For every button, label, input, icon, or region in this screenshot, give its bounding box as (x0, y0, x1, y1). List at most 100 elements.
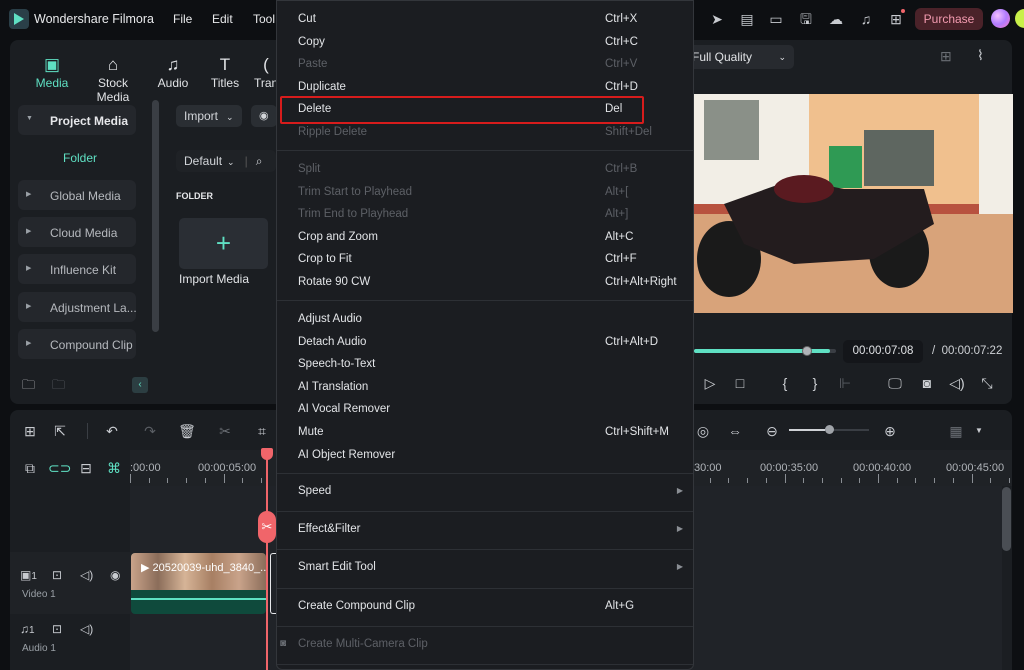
video-clip[interactable]: ▶ 20520039-uhd_3840_... (131, 553, 266, 614)
track-layout-icon[interactable]: ▦ (946, 421, 966, 441)
collapse-panel-button[interactable]: ‹ (132, 377, 148, 393)
lock-icon[interactable]: ⊡ (52, 622, 62, 636)
purchase-button[interactable]: Purchase (915, 8, 983, 30)
mark-in-icon[interactable]: { (775, 375, 795, 391)
delete-folder-icon[interactable]: 🗀 (52, 376, 65, 398)
insert-icon[interactable]: ⊩ (835, 375, 855, 392)
menu-item-speed[interactable]: Speed ▶ (277, 481, 693, 503)
sort-dropdown[interactable]: Default ⌄ | ⌕ (176, 150, 276, 172)
zoom-slider-knob[interactable] (825, 425, 834, 434)
menu-item-split[interactable]: Split Ctrl+B (277, 159, 693, 181)
crop-icon[interactable]: ⌗ (252, 421, 272, 441)
zoom-slider[interactable] (789, 425, 869, 434)
menu-item-ai-translation[interactable]: AI Translation (277, 377, 693, 399)
play-icon[interactable]: ▷ (700, 375, 720, 392)
sidebar-item-influence-kit[interactable]: ▶ Influence Kit (18, 254, 136, 284)
sidebar-item-compound-clip[interactable]: ▶ Compound Clip (18, 329, 136, 359)
layout-grid-icon[interactable]: ⊞ (20, 421, 40, 441)
playback-progress[interactable] (694, 346, 836, 356)
menu-item-detach-audio[interactable]: Detach Audio Ctrl+Alt+D (277, 332, 693, 354)
menu-item-mute[interactable]: Mute Ctrl+Shift+M (277, 422, 693, 444)
menu-item-rotate-90-cw[interactable]: Rotate 90 CW Ctrl+Alt+Right (277, 272, 693, 294)
select-tool-icon[interactable]: ⇱ (50, 421, 70, 441)
tab-titles[interactable]: T Titles (209, 54, 241, 90)
menu-item-smart-edit-tool[interactable]: Smart Edit Tool ▶ (277, 557, 693, 579)
cut-icon[interactable]: ✂ (215, 421, 235, 441)
video-preview[interactable] (694, 94, 1013, 313)
mute-track-icon[interactable]: ◁) (80, 568, 93, 582)
send-icon[interactable]: ➤ (708, 10, 726, 28)
volume-icon[interactable]: ◁) (947, 375, 967, 392)
layout-icon[interactable]: ▭ (767, 10, 785, 28)
zoom-out-icon[interactable]: ⊖ (762, 421, 782, 441)
menu-item-create-compound-clip[interactable]: Create Compound Clip Alt+G (277, 596, 693, 618)
menu-file[interactable]: File (173, 12, 192, 26)
menu-item-crop-and-zoom[interactable]: Crop and Zoom Alt+C (277, 227, 693, 249)
menu-edit[interactable]: Edit (212, 12, 233, 26)
sidebar-item-cloud-media[interactable]: ▶ Cloud Media (18, 217, 136, 247)
progress-knob[interactable] (802, 346, 812, 356)
menu-item-copy[interactable]: Copy Ctrl+C (277, 32, 693, 54)
menu-item-ai-vocal-remover[interactable]: AI Vocal Remover (277, 399, 693, 421)
tab-stock-media[interactable]: ⌂ Stock Media (80, 54, 146, 104)
search-icon[interactable]: ⌕ (256, 154, 263, 168)
waveform-monitor-icon[interactable]: ⌇ (977, 47, 984, 64)
quality-dropdown[interactable]: Full Quality ⌄ (684, 45, 794, 69)
sidebar-item-global-media[interactable]: ▶ Global Media (18, 180, 136, 210)
add-track-icon[interactable]: ⧉ (20, 458, 40, 478)
menu-tool[interactable]: Tool (253, 12, 275, 26)
playhead-handle[interactable] (261, 448, 273, 460)
split-scissor-button[interactable]: ✂ (258, 511, 276, 543)
playhead[interactable] (266, 452, 268, 670)
tab-media[interactable]: ▣ Media (34, 54, 70, 90)
menu-item-ai-object-remover[interactable]: AI Object Remover (277, 445, 693, 467)
menu-item-create-multi-camera-clip[interactable]: Create Multi-Camera Clip ◙ (277, 634, 693, 656)
link-icon[interactable]: ⊂⊃ (48, 458, 71, 478)
timeline-scrollbar[interactable] (1002, 487, 1011, 551)
import-media-card[interactable]: + (179, 218, 268, 269)
redo-icon[interactable]: ↷ (140, 421, 160, 441)
status-badge[interactable] (1015, 9, 1024, 28)
save-icon[interactable]: 🖫 (797, 10, 815, 28)
mark-out-icon[interactable]: } (805, 375, 825, 391)
sidebar-item-adjustment-layer[interactable]: ▶ Adjustment La... (18, 292, 137, 322)
fullscreen-icon[interactable]: ⤡ (977, 375, 997, 392)
preview-render-icon[interactable]: ◎ (693, 421, 713, 441)
menu-item-crop-to-fit[interactable]: Crop to Fit Ctrl+F (277, 249, 693, 271)
menu-item-paste[interactable]: Paste Ctrl+V (277, 54, 693, 76)
import-dropdown[interactable]: Import ⌄ (176, 105, 242, 127)
menu-item-trim-start-to-playhead[interactable]: Trim Start to Playhead Alt+[ (277, 182, 693, 204)
headset-icon[interactable]: ♫ (857, 10, 875, 28)
caret-down-icon[interactable]: ▼ (975, 426, 983, 435)
sidebar-scrollbar[interactable] (152, 100, 159, 332)
display-icon[interactable]: 🖵 (885, 375, 905, 392)
menu-item-trim-end-to-playhead[interactable]: Trim End to Playhead Alt+] (277, 204, 693, 226)
mute-track-icon[interactable]: ◁) (80, 622, 93, 636)
record-button[interactable]: ◉ (251, 105, 277, 127)
delete-icon[interactable]: 🗑 (177, 421, 197, 441)
menu-item-speech-to-text[interactable]: Speech-to-Text (277, 354, 693, 376)
avatar[interactable] (991, 9, 1010, 28)
task-list-icon[interactable]: ▤ (738, 10, 756, 28)
menu-item-adjust-audio[interactable]: Adjust Audio (277, 309, 693, 331)
snapshot-icon[interactable]: ◙ (917, 375, 937, 391)
sidebar-item-project-media[interactable]: ▼ Project Media (18, 105, 136, 135)
fit-timeline-icon[interactable]: ⇔ (725, 421, 745, 441)
stop-icon[interactable]: □ (730, 375, 750, 391)
lock-icon[interactable]: ⊡ (52, 568, 62, 582)
tab-audio[interactable]: ♫ Audio (156, 54, 190, 90)
current-time[interactable]: 00:00:07:08 (843, 340, 923, 363)
zoom-in-icon[interactable]: ⊕ (880, 421, 900, 441)
menu-item-ripple-delete[interactable]: Ripple Delete Shift+Del (277, 122, 693, 144)
magnet-snap-icon[interactable]: ⌘ (104, 458, 124, 478)
sidebar-item-folder[interactable]: Folder (63, 151, 97, 165)
menu-item-effect-filter[interactable]: Effect&Filter ▶ (277, 519, 693, 541)
cloud-upload-icon[interactable]: ☁ (827, 10, 845, 28)
grid-view-icon[interactable]: ⊞ (940, 48, 952, 65)
eye-icon[interactable]: ◉ (110, 568, 120, 582)
new-folder-icon[interactable]: 🗀 (22, 376, 35, 398)
tab-transitions[interactable]: (Tran (254, 54, 278, 90)
undo-icon[interactable]: ↶ (102, 421, 122, 441)
menu-item-cut[interactable]: Cut Ctrl+X (277, 9, 693, 31)
track-manager-icon[interactable]: ⊟ (76, 458, 96, 478)
